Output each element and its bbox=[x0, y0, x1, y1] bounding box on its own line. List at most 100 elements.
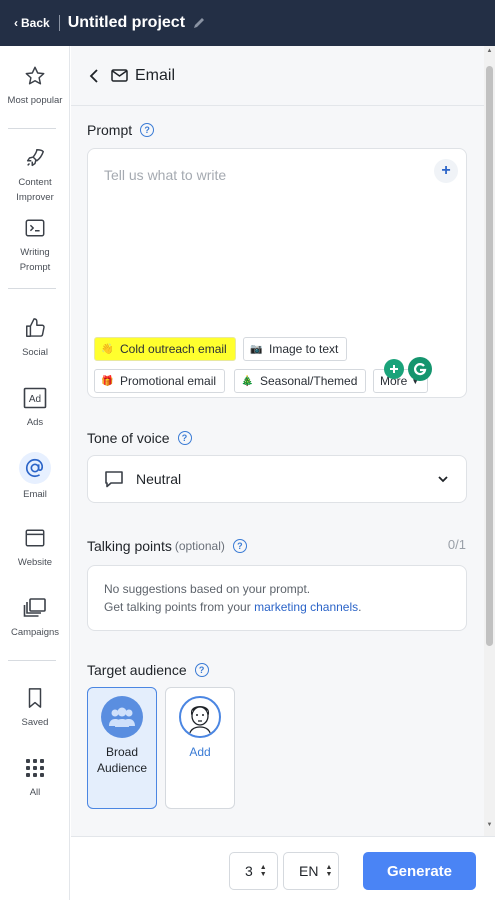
sidebar-item-website[interactable]: Website bbox=[0, 524, 70, 570]
footer-bar: 3 ▲ ▼ EN ▲ ▼ Generate bbox=[71, 836, 495, 900]
scrollbar[interactable]: ▲ ▼ bbox=[484, 46, 495, 836]
sidebar-item-content-improver[interactable]: Content Improver bbox=[0, 144, 70, 205]
sidebar-item-label: Saved bbox=[21, 717, 49, 728]
rocket-icon bbox=[21, 144, 49, 172]
ad-icon: Ad bbox=[21, 384, 49, 412]
thumbs-up-icon bbox=[21, 314, 49, 342]
generate-button[interactable]: Generate bbox=[363, 852, 476, 890]
grid-icon bbox=[21, 754, 49, 782]
avatar bbox=[179, 696, 221, 738]
at-sign-icon bbox=[19, 452, 51, 484]
project-title[interactable]: Untitled project bbox=[68, 14, 185, 32]
talking-points-box: No suggestions based on your prompt. Get… bbox=[87, 565, 467, 631]
sidebar-item-saved[interactable]: Saved bbox=[0, 684, 70, 730]
sidebar-item-email[interactable]: Email bbox=[0, 452, 70, 502]
tone-label-text: Tone of voice bbox=[87, 430, 170, 446]
chip-seasonal-themed[interactable]: 🎄 Seasonal/Themed bbox=[234, 369, 367, 393]
camera-icon: 📷 bbox=[250, 343, 263, 355]
back-label: Back bbox=[21, 16, 50, 30]
scroll-thumb[interactable] bbox=[486, 66, 493, 646]
audience-label: Target audience ? bbox=[87, 662, 209, 678]
audience-label-text: Target audience bbox=[87, 662, 187, 678]
sidebar-divider bbox=[8, 660, 56, 661]
tone-value: Neutral bbox=[136, 471, 182, 487]
optional-tag: (optional) bbox=[174, 539, 225, 553]
audience-label-line: Audience bbox=[96, 761, 148, 775]
page-title: Email bbox=[135, 66, 176, 84]
chat-bubble-icon bbox=[104, 470, 124, 488]
audience-broad[interactable]: Broad Audience bbox=[87, 687, 157, 809]
sidebar-divider bbox=[8, 128, 56, 129]
chevron-down-icon bbox=[436, 472, 450, 486]
sidebar-item-campaigns[interactable]: Campaigns bbox=[0, 594, 70, 640]
pencil-icon[interactable] bbox=[192, 16, 206, 30]
divider bbox=[58, 15, 60, 31]
chip-label: Cold outreach email bbox=[120, 342, 227, 356]
scroll-up-arrow[interactable]: ▲ bbox=[486, 48, 493, 54]
chevron-left-icon[interactable] bbox=[89, 68, 103, 83]
sidebar-item-label: Writing Prompt bbox=[19, 247, 51, 273]
sidebar-item-label: Social bbox=[22, 347, 48, 358]
sidebar-item-label: Email bbox=[23, 489, 47, 500]
audience-label-line: Broad bbox=[105, 745, 138, 759]
chip-label: Image to text bbox=[269, 342, 339, 356]
help-icon[interactable]: ? bbox=[140, 123, 155, 137]
sidebar-item-writing-prompt[interactable]: Writing Prompt bbox=[0, 214, 70, 275]
talking-points-empty-text: No suggestions based on your prompt. bbox=[104, 582, 311, 596]
browser-icon bbox=[21, 524, 49, 552]
layers-icon bbox=[21, 594, 49, 622]
wave-icon: 👋 bbox=[101, 343, 114, 355]
sidebar-item-social[interactable]: Social bbox=[0, 314, 70, 360]
people-group-icon bbox=[101, 696, 143, 738]
spinner-arrows-icon: ▲ ▼ bbox=[259, 864, 267, 878]
prompt-label: Prompt ? bbox=[87, 122, 155, 138]
hint-suffix: . bbox=[358, 600, 362, 614]
help-icon[interactable]: ? bbox=[194, 663, 209, 677]
chip-label: Promotional email bbox=[120, 374, 217, 388]
sidebar-item-label: Website bbox=[17, 557, 53, 568]
help-icon[interactable]: ? bbox=[177, 431, 192, 445]
chip-promotional-email[interactable]: 🎁 Promotional email bbox=[94, 369, 226, 393]
prompt-placeholder: Tell us what to write bbox=[104, 167, 227, 183]
sidebar-item-label: Campaigns bbox=[10, 627, 60, 638]
main-panel: Email Prompt ? Tell us what to write + 👋… bbox=[71, 46, 484, 836]
sidebar-item-ads[interactable]: Ad Ads bbox=[0, 384, 70, 430]
top-bar: ‹ Back Untitled project bbox=[0, 0, 495, 46]
help-icon[interactable]: ? bbox=[232, 539, 247, 553]
count-value: 3 bbox=[245, 863, 253, 879]
audience-add[interactable]: Add bbox=[165, 687, 235, 809]
spinner-arrows-icon: ▲ ▼ bbox=[325, 864, 333, 878]
language-select[interactable]: EN ▲ ▼ bbox=[283, 852, 339, 890]
panel-header: Email bbox=[71, 46, 484, 106]
sidebar-divider bbox=[8, 288, 56, 289]
plus-circle-icon[interactable] bbox=[384, 359, 404, 379]
sidebar: Most popular Content Improver Writing Pr… bbox=[0, 46, 70, 900]
chip-label: Seasonal/Themed bbox=[260, 374, 358, 388]
sidebar-item-label: Most popular bbox=[7, 95, 63, 106]
sidebar-item-all[interactable]: All bbox=[0, 754, 70, 800]
tone-select[interactable]: Neutral bbox=[87, 455, 467, 503]
gift-icon: 🎁 bbox=[101, 375, 114, 387]
scroll-down-arrow[interactable]: ▼ bbox=[486, 822, 493, 828]
grammarly-icon[interactable] bbox=[408, 357, 432, 381]
audience-label: Broad Audience bbox=[97, 744, 147, 776]
sidebar-item-label: Content Improver bbox=[16, 177, 54, 203]
chip-cold-outreach[interactable]: 👋 Cold outreach email bbox=[94, 337, 236, 361]
chip-image-to-text[interactable]: 📷 Image to text bbox=[243, 337, 348, 361]
talking-points-count: 0/1 bbox=[447, 537, 466, 552]
talking-points-label: Talking points (optional) ? bbox=[87, 538, 247, 554]
chevron-left-icon: ‹ bbox=[14, 16, 18, 30]
back-button[interactable]: ‹ Back bbox=[14, 16, 50, 30]
add-button[interactable]: + bbox=[434, 159, 458, 183]
bookmark-icon bbox=[21, 684, 49, 712]
add-audience-label: Add bbox=[189, 745, 211, 759]
tone-label: Tone of voice ? bbox=[87, 430, 192, 446]
tree-icon: 🎄 bbox=[241, 375, 254, 387]
output-count-stepper[interactable]: 3 ▲ ▼ bbox=[229, 852, 278, 890]
prompt-input[interactable]: Tell us what to write + 👋 Cold outreach … bbox=[87, 148, 467, 398]
marketing-channels-link[interactable]: marketing channels bbox=[254, 600, 358, 614]
svg-text:Ad: Ad bbox=[29, 394, 41, 405]
terminal-icon bbox=[21, 214, 49, 242]
sidebar-item-most-popular[interactable]: Most popular bbox=[0, 62, 70, 108]
mail-icon bbox=[111, 69, 129, 83]
